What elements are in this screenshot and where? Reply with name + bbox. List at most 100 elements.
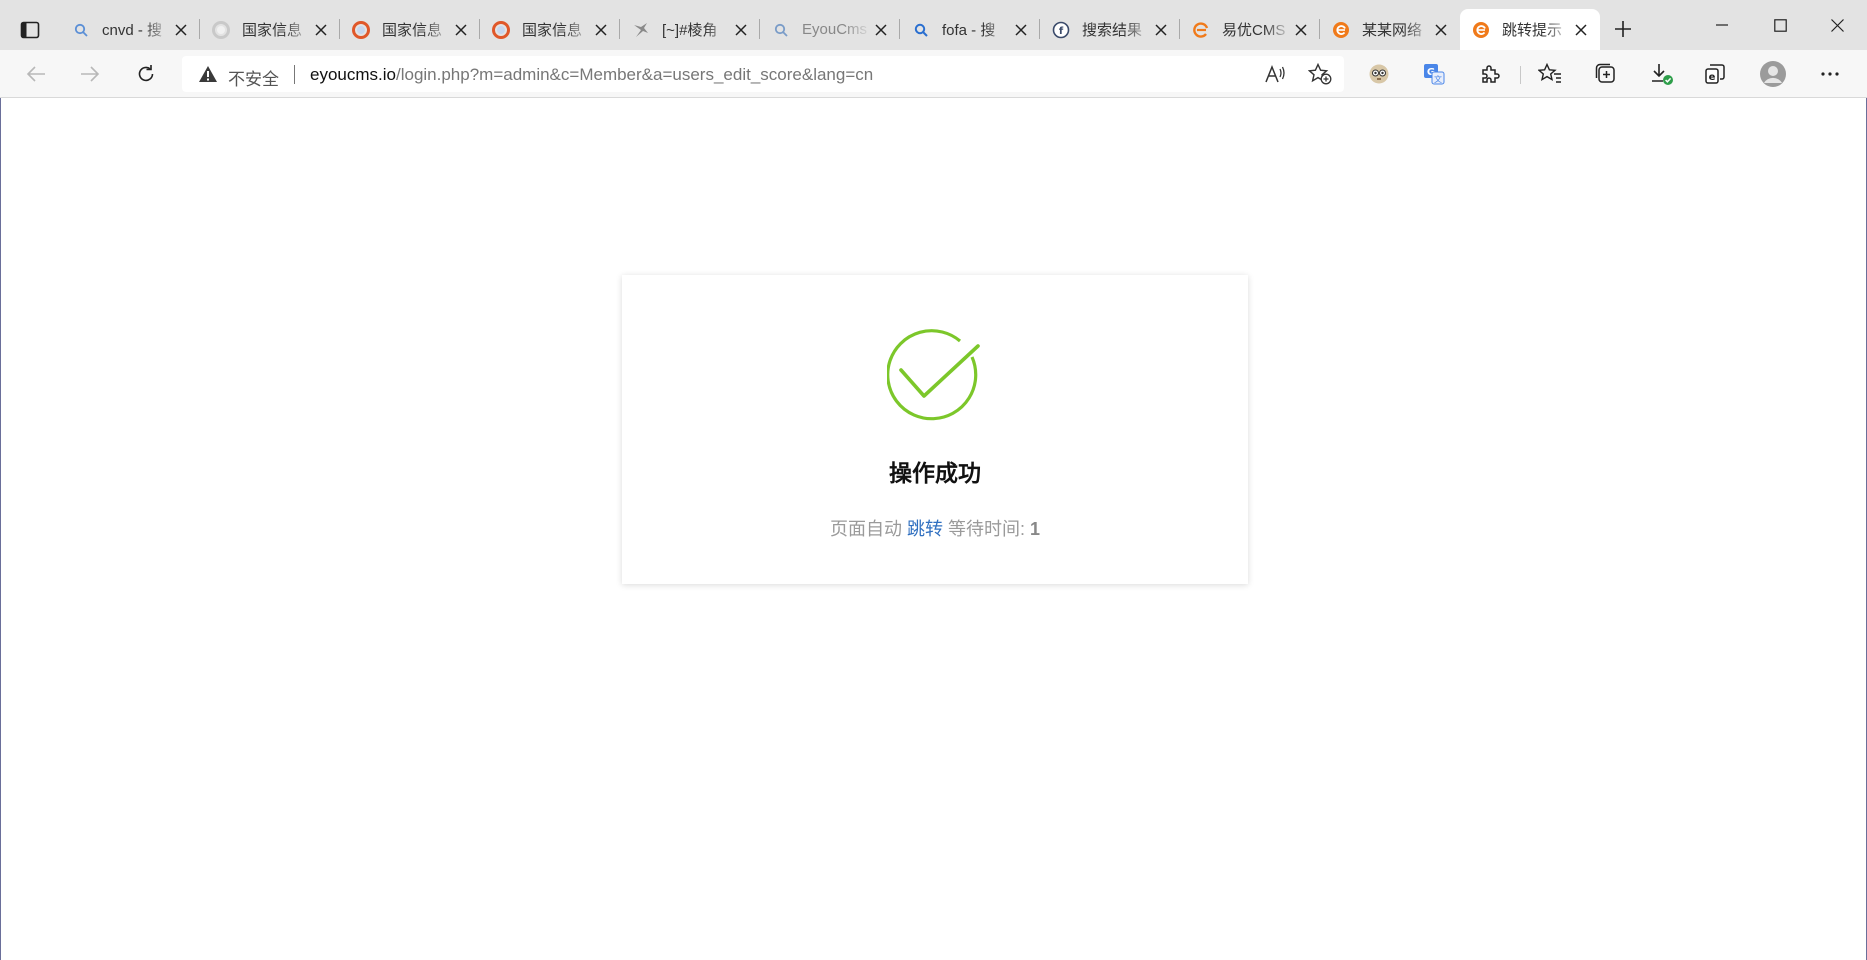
tab-actions-button[interactable] <box>10 14 50 46</box>
forward-button[interactable] <box>73 58 107 90</box>
browser-toolbar: 不安全 eyoucms.io/login.php?m=admin&c=Membe… <box>0 50 1867 98</box>
tab-title: 国家信息 <box>242 22 303 39</box>
tab-title: [~]#棱角 <box>662 22 718 39</box>
puzzle-icon <box>1482 65 1500 83</box>
arrow-left-icon <box>26 66 45 82</box>
tab-eyoucms-search[interactable]: EyouCms <box>760 9 900 50</box>
new-tab-button[interactable] <box>1610 16 1636 42</box>
tab-title: 国家信息 <box>522 22 583 39</box>
maximize-button[interactable] <box>1755 8 1805 42</box>
extensions-button[interactable] <box>1473 58 1507 90</box>
close-icon[interactable] <box>452 21 470 39</box>
search-icon <box>72 21 90 39</box>
back-button[interactable] <box>19 58 53 90</box>
add-favorite-icon[interactable] <box>1307 62 1333 86</box>
ie-mode-icon: e <box>1705 64 1725 84</box>
close-icon[interactable] <box>592 21 610 39</box>
eyou-logo-icon <box>1472 21 1490 39</box>
owl-extension-icon <box>1369 64 1389 84</box>
extension-owl-button[interactable] <box>1362 58 1396 90</box>
tab-moumou[interactable]: 某某网络 <box>1320 9 1460 50</box>
favorites-icon <box>1538 63 1561 83</box>
refresh-button[interactable] <box>129 58 163 90</box>
url-path: /login.php?m=admin&c=Member&a=users_edit… <box>395 65 874 84</box>
bird-icon <box>632 21 650 39</box>
downloads-button[interactable] <box>1645 58 1679 90</box>
read-aloud-icon[interactable] <box>1262 62 1288 86</box>
address-divider <box>294 65 295 84</box>
tab-title: 国家信息 <box>382 22 443 39</box>
success-title: 操作成功 <box>889 460 981 486</box>
tab-eyoucms[interactable]: 易优CMS <box>1180 9 1320 50</box>
search-icon <box>772 21 790 39</box>
tab-redirect-notice[interactable]: 跳转提示 <box>1460 9 1600 50</box>
warning-icon[interactable] <box>198 65 218 83</box>
collections-icon <box>1595 63 1615 83</box>
redirect-message: 页面自动 跳转 等待时间: 1 <box>622 515 1248 541</box>
settings-menu-button[interactable] <box>1813 58 1847 90</box>
cnvd-logo-icon <box>212 20 230 39</box>
tab-title: 某某网络 <box>1362 22 1423 39</box>
tab-title: 搜索结果 <box>1082 22 1143 39</box>
url-host: eyoucms.io <box>310 65 396 84</box>
close-icon <box>1830 18 1844 32</box>
avatar-icon <box>1760 61 1786 87</box>
wait-label: 等待时间: <box>947 519 1025 539</box>
fofa-icon: f <box>1052 21 1070 39</box>
tab-title: fofa - 搜 <box>942 22 996 39</box>
tab-cnvd-3[interactable]: 国家信息 <box>480 9 620 50</box>
tab-title: 跳转提示 <box>1502 22 1563 39</box>
more-horizontal-icon <box>1821 72 1839 76</box>
refresh-icon <box>138 65 154 82</box>
tab-fofa-search[interactable]: fofa - 搜 <box>900 9 1040 50</box>
plus-icon <box>1615 21 1631 37</box>
tab-cnvd-1[interactable]: 国家信息 <box>200 9 340 50</box>
download-icon <box>1652 64 1673 85</box>
close-icon[interactable] <box>1152 21 1170 39</box>
tab-list: cnvd - 搜 国家信息 国家信息 国家信息 [~]#棱角 EyouCms f… <box>60 9 1600 50</box>
close-icon[interactable] <box>1432 21 1450 39</box>
close-icon[interactable] <box>312 21 330 39</box>
page-viewport: 操作成功 页面自动 跳转 等待时间: 1 <box>0 98 1867 960</box>
eyou-logo-icon <box>1192 21 1210 39</box>
svg-text:e: e <box>1709 72 1716 83</box>
tab-fofa-results[interactable]: f 搜索结果 <box>1040 9 1180 50</box>
eyou-logo-icon <box>1332 21 1350 39</box>
close-icon[interactable] <box>872 21 890 39</box>
minimize-button[interactable] <box>1697 8 1747 42</box>
tab-lengjiao[interactable]: [~]#棱角 <box>620 9 760 50</box>
collections-button[interactable] <box>1589 58 1623 90</box>
profile-button[interactable] <box>1756 58 1790 90</box>
wait-seconds: 1 <box>1030 519 1041 539</box>
tab-title: EyouCms <box>802 21 868 38</box>
auto-redirect-label: 页面自动 <box>829 519 902 539</box>
tab-actions-icon <box>20 21 40 39</box>
cnvd-logo-icon <box>492 20 510 39</box>
close-window-button[interactable] <box>1812 8 1862 42</box>
url-text[interactable]: eyoucms.io/login.php?m=admin&c=Member&a=… <box>310 65 873 85</box>
security-label[interactable]: 不安全 <box>228 65 279 90</box>
close-icon[interactable] <box>172 21 190 39</box>
minimize-icon <box>1716 24 1728 26</box>
close-icon[interactable] <box>1012 21 1030 39</box>
translate-button[interactable]: G文 <box>1417 58 1451 90</box>
tab-cnvd-search[interactable]: cnvd - 搜 <box>60 9 200 50</box>
translate-icon: G文 <box>1424 64 1445 85</box>
close-icon[interactable] <box>1292 21 1310 39</box>
address-bar[interactable]: 不安全 eyoucms.io/login.php?m=admin&c=Membe… <box>182 56 1344 92</box>
close-icon[interactable] <box>1572 21 1590 39</box>
jump-link[interactable]: 跳转 <box>907 519 943 539</box>
maximize-icon <box>1773 18 1787 32</box>
search-icon <box>912 21 930 39</box>
svg-text:文: 文 <box>1434 74 1442 84</box>
tab-title: cnvd - 搜 <box>102 22 163 39</box>
arrow-right-icon <box>81 66 100 82</box>
close-icon[interactable] <box>732 21 750 39</box>
ie-mode-button[interactable]: e <box>1698 58 1732 90</box>
toolbar-divider <box>1520 66 1521 84</box>
svg-text:f: f <box>1059 26 1064 37</box>
tab-cnvd-2[interactable]: 国家信息 <box>340 9 480 50</box>
success-card: 操作成功 页面自动 跳转 等待时间: 1 <box>622 275 1248 584</box>
favorites-button[interactable] <box>1533 58 1567 90</box>
cnvd-logo-icon <box>352 20 370 39</box>
